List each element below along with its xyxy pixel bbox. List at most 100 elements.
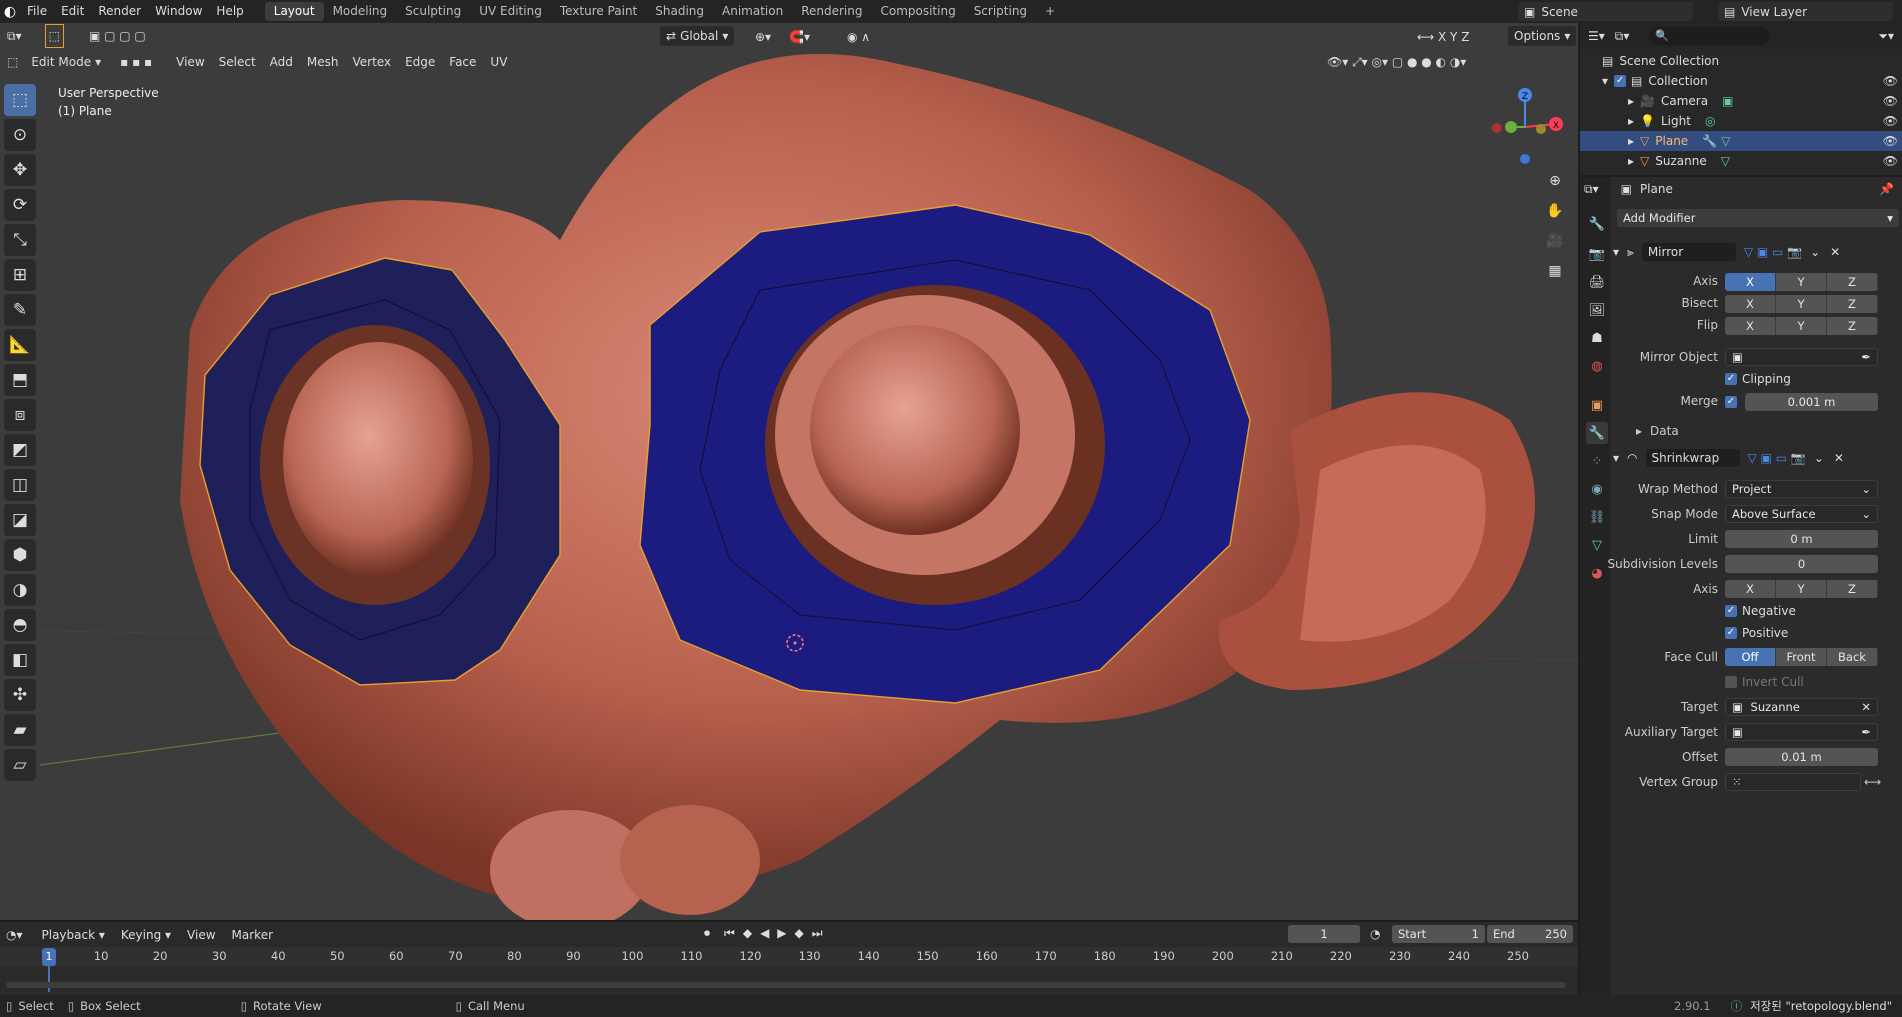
modifier-display-toggles[interactable]: ▽ ▣ ▭ 📷 — [1744, 245, 1802, 259]
mirror-object-field[interactable]: ▣ ✒ — [1725, 348, 1878, 366]
axis-z-toggle[interactable]: Z — [1827, 273, 1878, 291]
menu-timeline-view[interactable]: View — [180, 924, 222, 946]
scale-icon[interactable]: ⤡ — [4, 224, 36, 256]
timeline-ruler[interactable]: 10 20 30 40 50 60 70 80 90 100 110 120 130 140 150 160 1… — [0, 947, 1578, 967]
jump-start-icon[interactable]: ⏮ — [724, 926, 735, 941]
subdivision-levels-field[interactable]: 0 — [1725, 555, 1878, 573]
snap-icon[interactable]: 🧲▾ — [782, 26, 817, 48]
eye-icon[interactable]: 👁 — [1883, 114, 1898, 128]
positive-checkbox[interactable]: ✓ — [1725, 627, 1737, 639]
selection-mode-buttons[interactable]: ▪ ▪ ▪ — [113, 51, 159, 73]
tab-animation[interactable]: Animation — [713, 2, 792, 21]
shrinkwrap-name-field[interactable]: Shrinkwrap — [1645, 449, 1740, 467]
negative-checkbox[interactable]: ✓ — [1725, 605, 1737, 617]
close-icon[interactable]: ✕ — [1834, 451, 1844, 465]
shrinkwrap-modifier-header[interactable]: ▾ ◠ Shrinkwrap ▽ ▣ ▭ 📷 ⌄ ✕ — [1613, 447, 1899, 469]
camera-view-icon[interactable]: 🎥 — [1542, 228, 1568, 254]
pin-icon[interactable]: 📌 — [1879, 182, 1894, 196]
annotate-icon[interactable]: ✎ — [4, 294, 36, 326]
view-layer-tab-icon[interactable]: 🖼 — [1586, 299, 1608, 321]
face-cull-off[interactable]: Off — [1725, 648, 1776, 666]
bisect-z-toggle[interactable]: Z — [1827, 295, 1878, 313]
bisect-x-toggle[interactable]: X — [1725, 295, 1776, 313]
eyedropper-icon[interactable]: ✒ — [1861, 349, 1871, 365]
eye-icon[interactable]: 👁 — [1883, 74, 1898, 88]
knife-icon[interactable]: ◪ — [4, 504, 36, 536]
target-field[interactable]: ▣ Suzanne ✕ — [1725, 698, 1878, 716]
expand-icon[interactable]: ▸ — [1628, 94, 1634, 108]
mirror-modifier-header[interactable]: ▾ ⫸ Mirror ▽ ▣ ▭ 📷 ⌄ ✕ — [1613, 241, 1899, 263]
flip-z-toggle[interactable]: Z — [1827, 317, 1878, 335]
outliner-item-light[interactable]: ▸ 💡 Light ◎ 👁 — [1580, 111, 1902, 131]
modifier-tab-icon[interactable]: 🔧 — [1586, 422, 1608, 444]
render-tab-icon[interactable]: 📷 — [1586, 243, 1608, 265]
tab-compositing[interactable]: Compositing — [871, 2, 964, 21]
mirror-axis-toggles[interactable]: ⟷ X Y Z — [1410, 26, 1476, 48]
pivot-icon[interactable]: ⊕▾ — [748, 26, 778, 48]
menu-playback[interactable]: Playback ▾ — [35, 924, 112, 946]
mirror-flip-toggle[interactable]: X Y Z — [1725, 317, 1878, 335]
wrap-method-dropdown[interactable]: Project ⌄ — [1725, 480, 1878, 498]
options-dropdown[interactable]: Options ▾ — [1508, 26, 1577, 46]
tab-uv-editing[interactable]: UV Editing — [470, 2, 551, 21]
tab-modeling[interactable]: Modeling — [324, 2, 397, 21]
constraints-tab-icon[interactable]: ⛓ — [1586, 506, 1608, 528]
expand-icon[interactable]: ▸ — [1628, 134, 1634, 148]
tab-shading[interactable]: Shading — [646, 2, 713, 21]
menu-uv[interactable]: UV — [483, 51, 514, 73]
modifier-display-toggles[interactable]: ▽ ▣ ▭ 📷 — [1748, 451, 1806, 465]
limit-field[interactable]: 0 m — [1725, 530, 1878, 548]
outliner-scene-collection[interactable]: ▤ Scene Collection — [1580, 51, 1902, 71]
collapse-icon[interactable]: ▾ — [1613, 451, 1619, 465]
vertex-group-field[interactable]: ⁙ — [1725, 773, 1861, 791]
jump-end-icon[interactable]: ⏭ — [812, 926, 823, 941]
outliner-collection[interactable]: ▾ ✓ ▤ Collection 👁 — [1580, 71, 1902, 91]
expand-icon[interactable]: ▾ — [1602, 74, 1608, 88]
3d-viewport[interactable] — [0, 23, 1578, 920]
sw-axis-x-toggle[interactable]: X — [1725, 580, 1776, 598]
next-keyframe-icon[interactable]: ◆ — [795, 926, 804, 941]
navigation-gizmo[interactable]: X Z — [1485, 87, 1565, 167]
outliner-item-camera[interactable]: ▸ 🎥 Camera ▣ 👁 — [1580, 91, 1902, 111]
select-box-icon[interactable]: ⬚ — [4, 84, 36, 116]
mirror-bisect-toggle[interactable]: X Y Z — [1725, 295, 1878, 313]
chevron-down-icon[interactable]: ⌄ — [1810, 245, 1820, 259]
editor-type-icon[interactable]: ☰▾ — [1588, 29, 1605, 43]
close-icon[interactable]: ✕ — [1830, 245, 1840, 259]
tab-scripting[interactable]: Scripting — [965, 2, 1036, 21]
playhead[interactable]: 1 — [42, 948, 56, 966]
face-cull-toggle[interactable]: Off Front Back — [1725, 648, 1878, 666]
sw-axis-z-toggle[interactable]: Z — [1827, 580, 1878, 598]
offset-field[interactable]: 0.01 m — [1725, 748, 1878, 766]
menu-marker[interactable]: Marker — [225, 924, 280, 946]
menu-mesh[interactable]: Mesh — [300, 51, 346, 73]
search-input[interactable]: 🔍 — [1649, 27, 1770, 45]
tab-texture-paint[interactable]: Texture Paint — [551, 2, 646, 21]
axis-y-toggle[interactable]: Y — [1776, 273, 1827, 291]
add-modifier-dropdown[interactable]: Add Modifier ▾ — [1617, 209, 1899, 227]
start-frame-field[interactable]: Start 1 — [1392, 925, 1485, 943]
chevron-down-icon[interactable]: ⌄ — [1814, 451, 1824, 465]
extrude-icon[interactable]: ⬒ — [4, 364, 36, 396]
measure-icon[interactable]: 📐 — [4, 329, 36, 361]
outliner-item-plane[interactable]: ▸ ▽ Plane 🔧 ▽ 👁 — [1580, 131, 1902, 151]
sw-axis-y-toggle[interactable]: Y — [1776, 580, 1827, 598]
blender-logo-icon[interactable]: ◐ — [0, 5, 20, 19]
menu-select[interactable]: Select — [212, 51, 263, 73]
collapse-icon[interactable]: ▾ — [1613, 245, 1619, 259]
invert-cull-checkbox[interactable] — [1725, 676, 1737, 688]
merge-distance-field[interactable]: 0.001 m — [1745, 393, 1878, 411]
filter-icon[interactable]: ⏷▾ — [1878, 29, 1894, 44]
world-tab-icon[interactable]: ◍ — [1586, 355, 1608, 377]
shrinkwrap-axis-toggle[interactable]: X Y Z — [1725, 580, 1878, 598]
shear-icon[interactable]: ▰ — [4, 714, 36, 746]
menu-edit[interactable]: Edit — [54, 0, 91, 23]
bisect-y-toggle[interactable]: Y — [1776, 295, 1827, 313]
play-icon[interactable]: ▶ — [777, 926, 786, 941]
positive-checkbox-row[interactable]: ✓ Positive — [1725, 626, 1788, 640]
smooth-icon[interactable]: ◓ — [4, 609, 36, 641]
play-reverse-icon[interactable]: ◀ — [760, 926, 769, 941]
clipping-checkbox[interactable]: ✓ — [1725, 373, 1737, 385]
data-subpanel-header[interactable]: ▸ Data — [1636, 424, 1679, 438]
menu-keying[interactable]: Keying ▾ — [114, 924, 178, 946]
